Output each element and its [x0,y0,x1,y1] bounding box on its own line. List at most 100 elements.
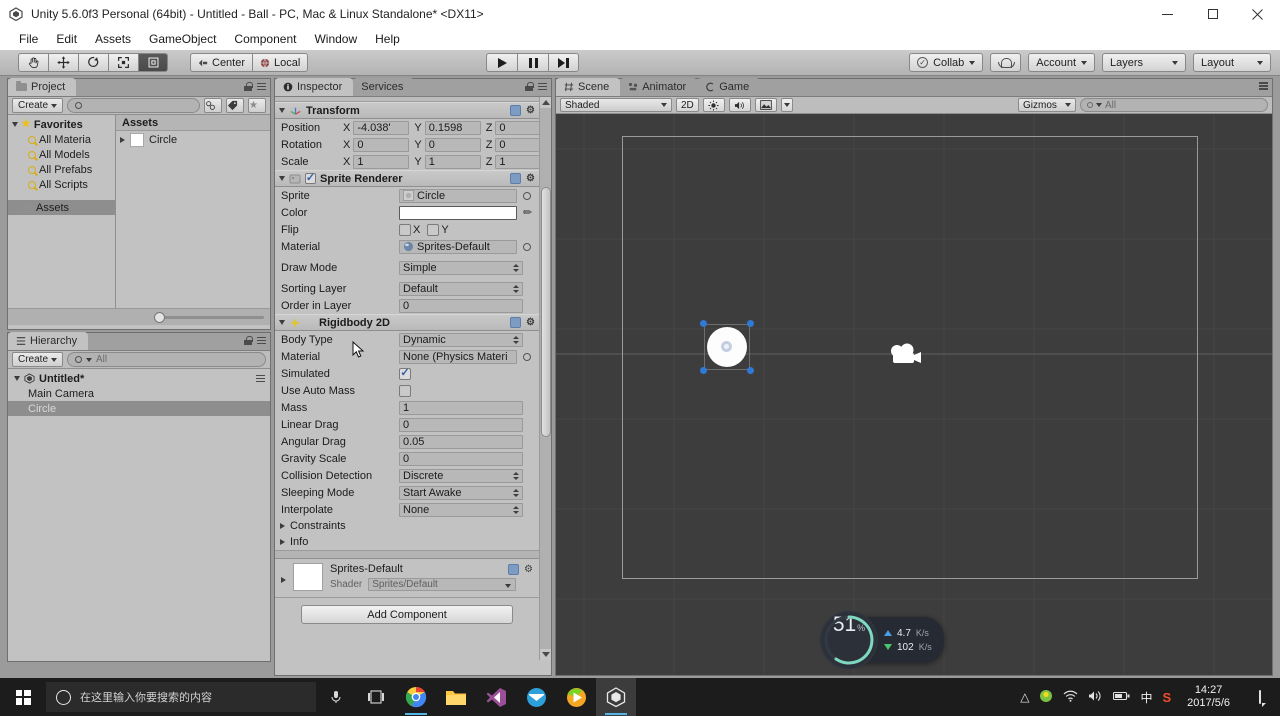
material-picker-icon[interactable] [523,242,531,251]
options-menu-icon[interactable] [257,336,266,345]
scene-object-main-camera[interactable] [888,342,924,371]
microphone-icon[interactable] [316,678,356,716]
color-swatch[interactable] [399,205,517,220]
gear-icon[interactable]: ⚙ [524,564,533,575]
rb-material-object-field[interactable]: None (Physics Materi [399,349,517,364]
chevron-up-icon[interactable]: △ [1020,690,1029,704]
info-foldout[interactable]: Info [275,534,539,550]
help-icon[interactable] [508,564,520,575]
draw-mode-dropdown[interactable]: Simple [399,260,523,275]
rotation-y-input[interactable]: 0 [424,137,481,152]
lighting-toggle-button[interactable] [702,98,725,112]
tab-hierarchy[interactable]: Hierarchy [8,332,89,350]
inspector-scrollbar[interactable] [539,97,551,660]
hierarchy-scene-root[interactable]: Untitled* [8,371,270,386]
sorting-layer-dropdown[interactable]: Default [399,281,523,296]
tab-project[interactable]: Project [8,78,77,96]
move-tool-icon[interactable] [48,53,78,72]
menu-help[interactable]: Help [366,30,409,48]
toggle-2d-button[interactable]: 2D [676,98,699,112]
hierarchy-item-circle[interactable]: Circle [8,401,270,416]
scene-options-menu-icon[interactable] [256,374,265,383]
sogou-icon[interactable]: S [1163,690,1172,705]
flip-y-checkbox[interactable] [427,223,440,236]
hierarchy-search-input[interactable]: All [67,352,266,367]
project-filter-type-icon[interactable] [204,98,222,113]
sprite-renderer-enabled-checkbox[interactable]: ✓ [305,173,316,184]
account-button[interactable]: Account [1028,53,1095,72]
slider-track[interactable] [154,311,264,323]
taskbar-app-chrome[interactable] [396,678,436,716]
hand-tool-icon[interactable] [18,53,48,72]
project-zoom-slider[interactable] [8,308,270,325]
pivot-mode-button[interactable]: Center [190,53,253,72]
pause-button[interactable] [517,53,549,72]
hierarchy-create-button[interactable]: Create [12,352,64,367]
use-auto-mass-checkbox[interactable] [399,384,411,397]
position-x-input[interactable]: -4.038' [353,120,410,135]
cloud-button[interactable] [990,53,1022,72]
position-z-input[interactable]: 0 [495,120,539,135]
shader-dropdown[interactable]: Sprites/Default [368,578,517,591]
rotate-tool-icon[interactable] [78,53,108,72]
resize-handle-tr[interactable] [747,320,754,327]
scene-object-circle[interactable] [700,320,754,374]
sprite-object-field[interactable]: Circle [399,188,517,203]
tab-game[interactable]: Game [697,78,761,96]
component-header-rigidbody2d[interactable]: Rigidbody 2D ⚙ [275,314,539,331]
hierarchy-item-main-camera[interactable]: Main Camera [8,386,270,401]
taskbar-app-unity[interactable] [596,678,636,716]
options-menu-icon[interactable] [1259,82,1268,90]
flip-x-checkbox[interactable] [399,223,411,236]
clock[interactable]: 14:27 2017/5/6 [1187,684,1230,710]
mass-input[interactable]: 1 [399,400,523,415]
lock-icon[interactable] [244,82,253,91]
scene-viewport[interactable]: 51 % 4.7 K/s 102 K/s [556,114,1272,675]
gear-icon[interactable]: ⚙ [526,317,535,328]
resize-handle-br[interactable] [747,367,754,374]
maximize-button[interactable] [1190,0,1235,28]
scrollbar-thumb[interactable] [541,187,551,437]
project-favorite-all-materials[interactable]: All Materia [8,132,115,147]
gizmos-dropdown[interactable]: Gizmos [1018,98,1076,112]
effects-toggle-button[interactable] [754,98,777,112]
wifi-icon[interactable] [1063,690,1078,705]
ime-icon[interactable]: 中 [1140,689,1152,706]
collab-button[interactable]: ✓ Collab [909,53,984,72]
interpolate-dropdown[interactable]: None [399,502,523,517]
rotation-x-input[interactable]: 0 [353,137,410,152]
constraints-foldout[interactable]: Constraints [275,518,539,534]
simulated-checkbox[interactable]: ✓ [399,367,411,380]
project-create-button[interactable]: Create [12,98,64,113]
rb-material-picker-icon[interactable] [523,352,531,361]
help-icon[interactable] [510,105,522,116]
scale-x-input[interactable]: 1 [353,154,410,169]
collision-detection-dropdown[interactable]: Discrete [399,468,523,483]
effects-dropdown-button[interactable] [780,98,793,112]
start-button[interactable] [0,678,46,716]
audio-toggle-button[interactable] [728,98,751,112]
scale-y-input[interactable]: 1 [424,154,481,169]
space-mode-button[interactable]: Local [252,53,309,72]
scale-tool-icon[interactable] [108,53,138,72]
scroll-down-button[interactable] [540,649,551,660]
tab-inspector[interactable]: Inspector [275,78,354,96]
menu-edit[interactable]: Edit [47,30,86,48]
chevron-down-icon[interactable] [279,320,285,325]
scale-z-input[interactable]: 1 [495,154,539,169]
scene-search-input[interactable]: All [1080,98,1268,112]
shading-mode-dropdown[interactable]: Shaded [560,98,672,112]
sleeping-mode-dropdown[interactable]: Start Awake [399,485,523,500]
options-menu-icon[interactable] [257,82,266,91]
scroll-up-button[interactable] [540,97,551,108]
layers-button[interactable]: Layers [1102,53,1186,72]
menu-file[interactable]: File [10,30,47,48]
taskbar-app-thunderbird[interactable] [516,678,556,716]
volume-icon[interactable] [1088,690,1103,705]
nvidia-icon[interactable] [1039,689,1053,706]
resize-handle-bl[interactable] [700,367,707,374]
gravity-scale-input[interactable]: 0 [399,451,523,466]
slider-knob[interactable] [154,311,165,323]
project-search-input[interactable] [67,98,200,113]
chevron-right-icon[interactable] [120,136,125,143]
